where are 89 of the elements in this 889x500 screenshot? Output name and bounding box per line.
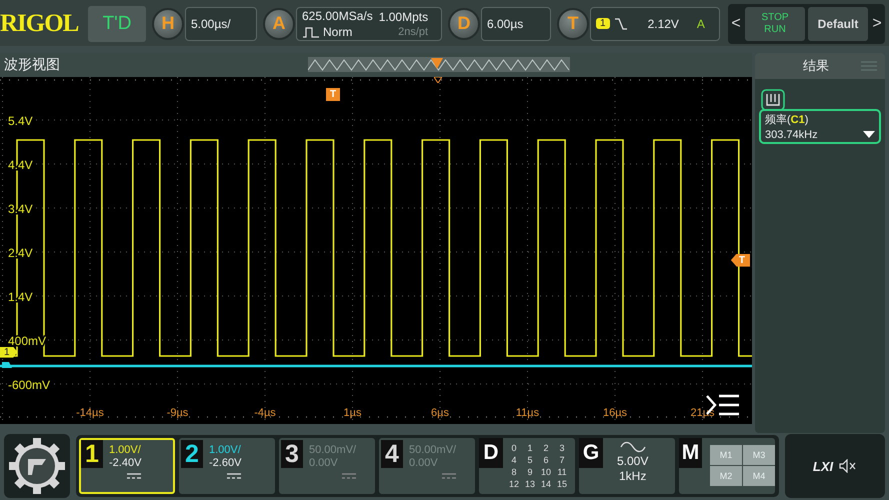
bit-label: 3 — [558, 442, 566, 454]
bit-label: 15 — [556, 478, 568, 490]
trigger-panel[interactable]: 1 2.12V A — [590, 6, 720, 41]
lxi-label: LXI — [812, 458, 834, 474]
center-marker-icon — [434, 76, 442, 83]
resolution: 2ns/pt — [398, 26, 428, 38]
generator-frequency: 1kHz — [619, 469, 646, 484]
acquire-mode: Norm — [323, 24, 352, 39]
dc-coupling-icon — [342, 473, 356, 480]
stop-label: STOP — [761, 12, 789, 24]
measurement-name: 频率(C1) — [765, 112, 810, 127]
trigger-position-marker: T — [326, 88, 340, 101]
channel-number: 2 — [181, 440, 203, 468]
channel-offset: 0.00V — [409, 457, 438, 470]
bit-label: 1 — [526, 442, 534, 454]
results-tab[interactable]: 结果 — [755, 52, 885, 79]
bit-label: 14 — [540, 478, 552, 490]
channel-offset: 0.00V — [309, 457, 338, 470]
trigger-mode: A — [696, 16, 705, 31]
channel-marker: 1 — [0, 346, 18, 358]
time-label: 16µs — [602, 406, 628, 419]
module-key: M — [679, 438, 702, 468]
bit-label: 6 — [542, 454, 550, 466]
trigger-source-badge: 1 — [596, 18, 610, 30]
dc-coupling-icon — [127, 473, 142, 480]
overview-strip[interactable] — [308, 57, 570, 72]
bit-label: 9 — [526, 466, 534, 478]
bit-label: 13 — [524, 478, 536, 490]
trigger-level: 2.12V — [648, 16, 679, 31]
generator-card[interactable]: G 5.00V 1kHz — [579, 438, 675, 494]
module-key: D — [479, 438, 503, 468]
previous-button[interactable]: < — [730, 14, 742, 33]
channel-number: 1 — [81, 440, 103, 468]
bit-label: 2 — [542, 442, 550, 454]
time-label: 11µs — [516, 406, 540, 419]
run-stop-button[interactable]: STOP RUN — [745, 6, 805, 41]
results-title: 结果 — [803, 56, 829, 75]
sine-wave-icon — [620, 441, 646, 454]
channel-number: 3 — [281, 440, 303, 468]
time-label: 6µs — [431, 406, 449, 419]
channel-offset: -2.60V — [209, 457, 242, 470]
acquire-panel[interactable]: 625.00MSa/s Norm 1.00Mpts 2ns/pt — [296, 6, 442, 41]
time-label: -4µs — [254, 406, 276, 419]
ground-marker-icon — [2, 362, 12, 368]
delay-field[interactable]: 6.00µs — [481, 6, 551, 41]
timebase-field[interactable]: 5.00µs/ — [185, 6, 257, 41]
list-icon — [861, 60, 877, 71]
generator-amplitude: 5.00V — [617, 454, 648, 468]
time-label: 1µs — [344, 406, 362, 419]
bit-label: 0 — [510, 442, 518, 454]
default-button[interactable]: Default — [808, 6, 868, 41]
voltage-label: -600mV — [8, 378, 50, 392]
dropdown-caret-icon — [863, 131, 875, 138]
brand-logo: RIGOL — [0, 10, 80, 38]
bit-label: 8 — [510, 466, 518, 478]
run-label: RUN — [764, 24, 786, 36]
falling-edge-icon — [614, 16, 628, 31]
bit-label: 11 — [556, 466, 568, 478]
dc-coupling-icon — [227, 473, 242, 480]
pulse-icon — [302, 26, 320, 38]
time-label: -14µs — [76, 406, 104, 419]
module-key: G — [579, 438, 603, 468]
digital-card[interactable]: D 0 1 2 3 4 5 6 7 8 9 10 11 12 13 14 15 — [479, 438, 575, 494]
bit-label: 10 — [540, 466, 552, 478]
bit-label: 12 — [508, 478, 520, 490]
position-marker-icon — [430, 57, 444, 72]
muted-speaker-icon — [839, 459, 858, 474]
trigger-level-marker: T — [730, 254, 750, 267]
channel-offset: -2.40V — [109, 457, 142, 470]
channel-scale: 1.00V/ — [209, 444, 241, 456]
channel-scale: 50.00mV/ — [309, 444, 356, 456]
bit-label: 5 — [526, 454, 534, 466]
time-label: -9µs — [166, 406, 188, 419]
settings-button[interactable] — [4, 434, 70, 498]
memory-depth: 1.00Mpts — [378, 10, 428, 24]
gear-icon — [8, 437, 66, 496]
view-title: 波形视图 — [4, 56, 61, 74]
measurement-card[interactable]: 频率(C1) 303.74kHz — [759, 108, 881, 144]
measurement-value: 303.74kHz — [765, 128, 818, 141]
sample-rate: 625.00MSa/s — [302, 8, 373, 23]
bit-label: 7 — [558, 454, 566, 466]
voltage-label: 5.4V — [8, 114, 33, 128]
channel-scale: 50.00mV/ — [409, 444, 456, 456]
next-button[interactable]: > — [871, 14, 883, 33]
channel-number: 4 — [381, 440, 403, 468]
mode-button[interactable]: T'D — [88, 6, 146, 42]
bit-label: 4 — [510, 454, 518, 466]
channel-scale: 1.00V/ — [109, 444, 141, 456]
dc-coupling-icon — [442, 473, 456, 480]
